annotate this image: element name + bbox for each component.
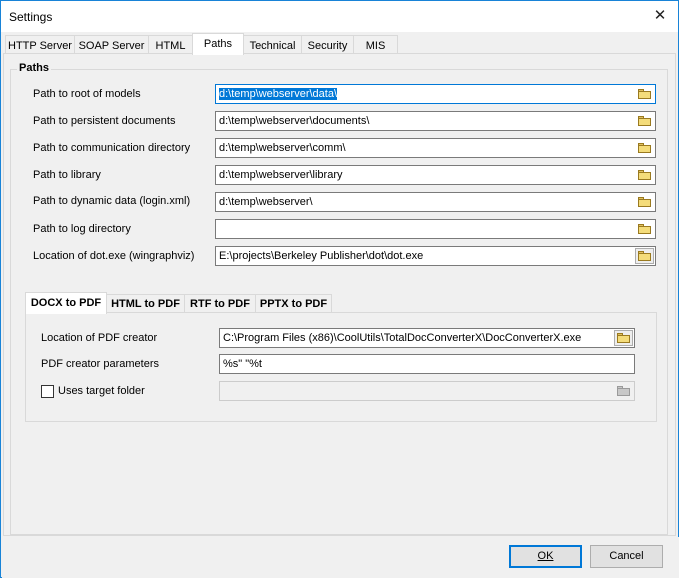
tab-technical[interactable]: Technical	[243, 35, 302, 54]
folder-icon	[638, 116, 651, 126]
folder-icon	[638, 89, 651, 99]
dialog-footer: OK Cancel	[2, 537, 679, 578]
target-folder-field	[219, 381, 635, 401]
open-folder-icon	[638, 251, 651, 261]
tab-security[interactable]: Security	[301, 35, 354, 54]
root-models-label: Path to root of models	[33, 88, 141, 100]
cancel-button[interactable]: Cancel	[590, 545, 663, 568]
folder-icon	[638, 170, 651, 180]
browse-comm-dir-button[interactable]	[635, 140, 654, 156]
library-value: d:\temp\webserver\library	[219, 169, 343, 181]
root-models-value: d:\temp\webserver\data\	[219, 88, 338, 100]
root-models-field[interactable]: d:\temp\webserver\data\	[215, 84, 656, 104]
tab-html[interactable]: HTML	[148, 35, 193, 54]
tab-http-server[interactable]: HTTP Server	[5, 35, 75, 54]
tab-paths[interactable]: Paths	[192, 33, 244, 55]
pdf-creator-value: C:\Program Files (x86)\CoolUtils\TotalDo…	[223, 332, 582, 344]
dynamic-data-label: Path to dynamic data (login.xml)	[33, 195, 191, 207]
pdf-creator-field[interactable]: C:\Program Files (x86)\CoolUtils\TotalDo…	[219, 328, 635, 348]
folder-icon	[638, 224, 651, 234]
library-label: Path to library	[33, 169, 101, 181]
close-icon[interactable]: ✕	[649, 5, 671, 27]
subtab-pptx-to-pdf[interactable]: PPTX to PDF	[255, 294, 332, 313]
browse-root-models-button[interactable]	[635, 86, 654, 102]
browse-dynamic-data-button[interactable]	[635, 194, 654, 210]
tab-mis[interactable]: MIS	[353, 35, 398, 54]
cancel-button-label: Cancel	[609, 550, 644, 562]
pdf-params-value: %s" "%t	[223, 358, 262, 370]
pdf-creator-label: Location of PDF creator	[41, 332, 158, 344]
comm-dir-field[interactable]: d:\temp\webserver\comm\	[215, 138, 656, 158]
browse-persistent-docs-button[interactable]	[635, 113, 654, 129]
browse-log-dir-button[interactable]	[635, 221, 654, 237]
tab-soap-server[interactable]: SOAP Server	[74, 35, 149, 54]
log-dir-field[interactable]	[215, 219, 656, 239]
paths-group-title: Paths	[17, 62, 51, 74]
window-title: Settings	[9, 10, 53, 24]
persistent-docs-field[interactable]: d:\temp\webserver\documents\	[215, 111, 656, 131]
browse-pdf-creator-button[interactable]	[614, 330, 633, 346]
folder-icon	[638, 197, 651, 207]
ok-button[interactable]: OK	[509, 545, 582, 568]
uses-target-folder-label[interactable]: Uses target folder	[58, 385, 145, 397]
persistent-docs-value: d:\temp\webserver\documents\	[219, 115, 370, 127]
subtab-docx-to-pdf[interactable]: DOCX to PDF	[25, 292, 107, 314]
pdf-params-field[interactable]: %s" "%t	[219, 354, 635, 374]
library-field[interactable]: d:\temp\webserver\library	[215, 165, 656, 185]
folder-icon	[638, 143, 651, 153]
comm-dir-label: Path to communication directory	[33, 142, 191, 154]
persistent-docs-label: Path to persistent documents	[33, 115, 176, 127]
dot-exe-label: Location of dot.exe (wingraphviz)	[33, 250, 195, 262]
log-dir-label: Path to log directory	[33, 223, 131, 235]
settings-dialog: Settings ✕ HTTP Server SOAP Server HTML …	[0, 0, 679, 578]
browse-target-folder-button	[614, 383, 633, 399]
ok-button-label: OK	[537, 550, 554, 562]
open-folder-icon	[617, 333, 630, 343]
uses-target-folder-checkbox[interactable]	[41, 385, 54, 398]
subtab-rtf-to-pdf[interactable]: RTF to PDF	[184, 294, 256, 313]
dot-exe-field[interactable]: E:\projects\Berkeley Publisher\dot\dot.e…	[215, 246, 656, 266]
folder-icon	[617, 386, 630, 396]
browse-dot-exe-button[interactable]	[635, 248, 654, 264]
browse-library-button[interactable]	[635, 167, 654, 183]
dot-exe-value: E:\projects\Berkeley Publisher\dot\dot.e…	[219, 250, 424, 262]
dynamic-data-value: d:\temp\webserver\	[219, 196, 313, 208]
comm-dir-value: d:\temp\webserver\comm\	[219, 142, 346, 154]
title-bar: Settings ✕	[1, 1, 678, 32]
pdf-params-label: PDF creator parameters	[41, 358, 159, 370]
subtab-html-to-pdf[interactable]: HTML to PDF	[106, 294, 185, 313]
dynamic-data-field[interactable]: d:\temp\webserver\	[215, 192, 656, 212]
